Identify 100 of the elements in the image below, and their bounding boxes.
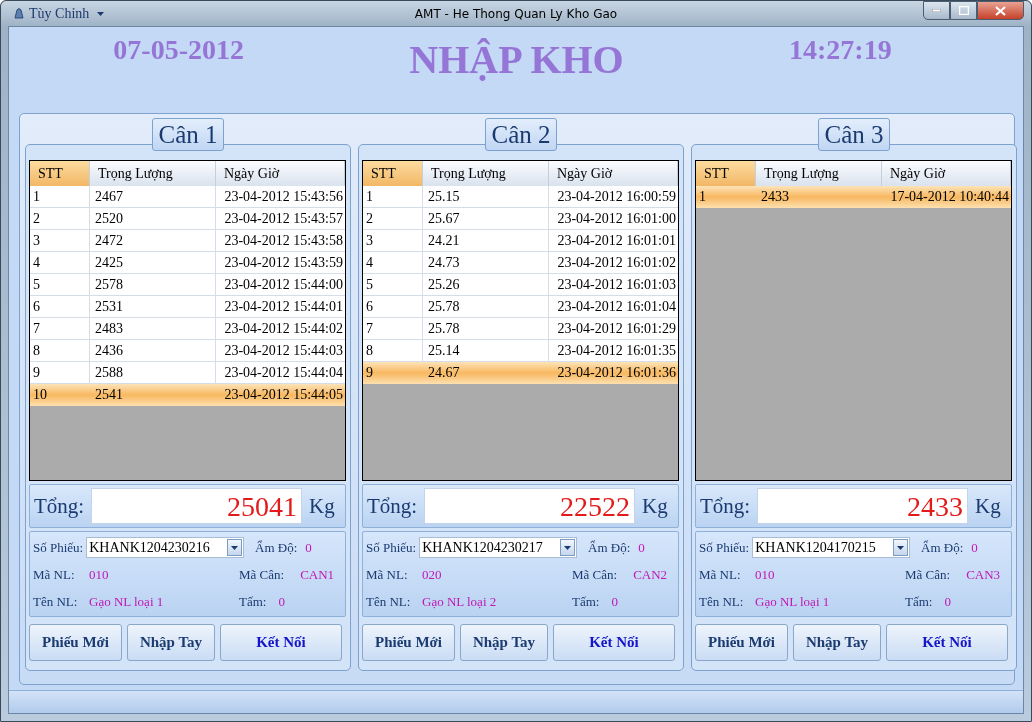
table-row[interactable]: 1 2433 17-04-2012 10:40:44 [696,186,1011,208]
ticket-dropdown[interactable]: KHANK1204170215 [752,537,911,559]
table-row[interactable]: 3 24.21 23-04-2012 16:01:01 [363,230,678,252]
unit-label: Kg [975,493,1001,519]
field-label: Tấm: [239,594,267,611]
field-value: 010 [755,567,775,583]
table-row[interactable]: 1 2467 23-04-2012 15:43:56 [30,186,345,208]
field-value: 0 [971,539,978,556]
minimize-button[interactable] [923,1,950,20]
maximize-button[interactable] [950,1,977,20]
caret-icon [97,11,105,16]
field-value: CAN1 [300,567,335,583]
table-row[interactable]: 4 24.73 23-04-2012 16:01:02 [363,252,678,274]
field-label: Số Phiếu: [699,539,750,556]
action-button[interactable]: Nhập Tay [460,624,548,661]
table-row[interactable]: 8 2436 23-04-2012 15:44:03 [30,340,345,362]
window-title: AMT - He Thong Quan Ly Kho Gao [414,6,618,21]
unit-label: Kg [642,493,668,519]
table-row[interactable]: 2 2520 23-04-2012 15:43:57 [30,208,345,230]
field-label: Tấm: [572,594,600,611]
field-label: Số Phiếu: [366,539,417,556]
field-label: Mã Cân: [572,567,618,583]
action-button[interactable]: Phiếu Mới [695,624,788,661]
field-label: Số Phiếu: [33,539,84,556]
table-cell-text: 23-04-2012 16:01:36 [556,364,677,382]
field-value: 0 [611,594,618,611]
field-label: Mã NL: [33,567,76,583]
field-value: Gạo NL loại 1 [755,594,830,611]
field-label: Ẩm Độ: [255,539,298,556]
field-label: Ẩm Độ: [921,539,964,556]
time-label: 14:27:19 [789,33,893,66]
page-title: NHẬP KHO [408,36,625,83]
action-button[interactable]: Nhập Tay [793,624,881,661]
field-label: Tấm: [905,594,933,611]
field-value: Gạo NL loại 1 [89,594,164,611]
group-title: Cân 1 [152,118,224,151]
date-label: 07-05-2012 [112,33,244,66]
column-header[interactable]: STT [363,161,423,186]
field-label: Tên NL: [33,594,79,611]
bell-icon [12,6,26,21]
group-title: Cân 2 [485,118,557,151]
field-value: 020 [422,567,442,583]
unit-label: Kg [309,493,335,519]
field-label: Tên NL: [699,594,745,611]
column-header[interactable]: STT [696,161,756,186]
table-cell-text: 2541 [94,386,124,404]
field-label: Mã Cân: [239,567,285,583]
table-row[interactable]: 9 2588 23-04-2012 15:44:04 [30,362,345,384]
table-cell-text: 2433 [760,188,790,206]
action-button[interactable]: Kết Nối [220,624,342,661]
field-label: Mã Cân: [905,567,951,583]
total-value-field: 25041 [91,488,302,524]
field-value: 0 [305,539,312,556]
table-cell-text: 17-04-2012 10:40:44 [889,188,1010,206]
action-button[interactable]: Phiếu Mới [362,624,455,661]
field-value: CAN2 [633,567,668,583]
close-icon [995,5,1006,16]
field-value: Gạo NL loại 2 [422,594,497,611]
field-label: Mã NL: [699,567,742,583]
table-cell-text: 23-04-2012 15:44:05 [223,386,344,404]
table-row[interactable]: 7 25.78 23-04-2012 16:01:29 [363,318,678,340]
table-row[interactable]: 8 25.14 23-04-2012 16:01:35 [363,340,678,362]
table-row[interactable]: 4 2425 23-04-2012 15:43:59 [30,252,345,274]
field-label: Tên NL: [366,594,412,611]
table-cell-text: 1 [698,188,707,206]
field-value: CAN3 [966,567,1001,583]
total-label: Tổng: [367,493,419,519]
action-button[interactable]: Kết Nối [886,624,1008,661]
field-value: 0 [638,539,645,556]
ticket-dropdown[interactable]: KHANK1204230216 [86,537,245,559]
field-label: Ẩm Độ: [588,539,631,556]
field-value: 0 [944,594,951,611]
table-row[interactable]: 6 2531 23-04-2012 15:44:01 [30,296,345,318]
table-row[interactable]: 7 2483 23-04-2012 15:44:02 [30,318,345,340]
action-button[interactable]: Nhập Tay [127,624,215,661]
ticket-dropdown[interactable]: KHANK1204230217 [419,537,578,559]
table-cell-text: 24.67 [427,364,461,382]
total-label: Tổng: [700,493,752,519]
total-value-field: 2433 [757,488,968,524]
table-row[interactable]: 1 25.15 23-04-2012 16:00:59 [363,186,678,208]
table-row[interactable]: 6 25.78 23-04-2012 16:01:04 [363,296,678,318]
total-value-field: 22522 [424,488,635,524]
field-label: Mã NL: [366,567,409,583]
column-header[interactable]: STT [30,161,90,186]
table-row[interactable]: 5 25.26 23-04-2012 16:01:03 [363,274,678,296]
close-button[interactable] [977,1,1024,20]
table-row[interactable]: 10 2541 23-04-2012 15:44:05 [30,384,345,406]
action-button[interactable]: Kết Nối [553,624,675,661]
menu-button[interactable]: Tùy Chỉnh [8,3,109,24]
action-button[interactable]: Phiếu Mới [29,624,122,661]
table-row[interactable]: 9 24.67 23-04-2012 16:01:36 [363,362,678,384]
table-row[interactable]: 3 2472 23-04-2012 15:43:58 [30,230,345,252]
field-value: 010 [89,567,109,583]
group-title: Cân 3 [818,118,890,151]
table-row[interactable]: 5 2578 23-04-2012 15:44:00 [30,274,345,296]
minimize-icon [932,9,941,12]
table-row[interactable]: 2 25.67 23-04-2012 16:01:00 [363,208,678,230]
table-cell-text: 10 [32,386,48,404]
field-value: 0 [278,594,285,611]
table-cell-text: 9 [365,364,374,382]
